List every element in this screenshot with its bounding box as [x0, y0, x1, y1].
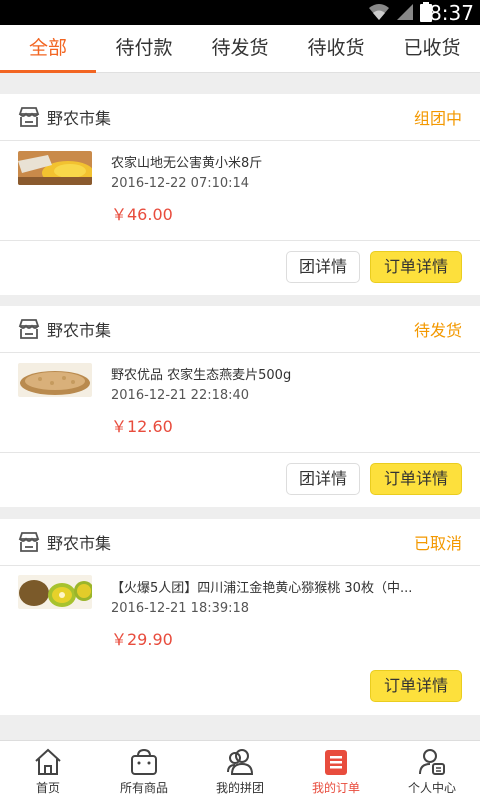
store-icon [18, 107, 40, 127]
order-card: 野农市集 组团中 农家山地无公害黄小米8斤 2016-12-22 07:10:1… [0, 94, 480, 295]
group-details-button[interactable]: 团详情 [286, 251, 360, 283]
store-name[interactable]: 野农市集 [47, 317, 111, 341]
order-item[interactable]: 农家山地无公害黄小米8斤 2016-12-22 07:10:14 ￥46.00 [0, 141, 480, 241]
order-header: 野农市集 组团中 [0, 94, 480, 141]
order-status: 待发货 [413, 321, 462, 340]
order-price: ￥12.60 [111, 417, 173, 436]
user-center-icon [419, 749, 445, 775]
signal-icon [397, 4, 413, 20]
order-list-icon [325, 750, 347, 775]
status-time: 8:37 [429, 1, 474, 25]
order-time: 2016-12-22 07:10:14 [111, 176, 250, 191]
store-icon [18, 532, 40, 552]
home-icon [35, 748, 61, 775]
store-name[interactable]: 野农市集 [47, 530, 111, 554]
order-item[interactable]: 【火爆5人团】四川浦江金艳黄心猕猴桃 30枚（中... 2016-12-21 1… [0, 566, 480, 666]
nav-my-orders[interactable]: 我的订单 [288, 741, 384, 800]
order-details-button[interactable]: 订单详情 [370, 670, 462, 702]
order-tabs: 全部 待付款 待发货 待收货 已收货 [0, 25, 480, 73]
bottom-nav: 首页 所有商品 我的拼团 我的订单 个人中心 [0, 740, 480, 800]
order-header: 野农市集 待发货 [0, 306, 480, 353]
tab-pending-shipment[interactable]: 待发货 [192, 25, 288, 72]
nav-label: 首页 [35, 781, 60, 795]
product-name: 农家山地无公害黄小米8斤 [111, 156, 263, 171]
tab-pending-receipt[interactable]: 待收货 [288, 25, 384, 72]
product-name: 野农优品 农家生态燕麦片500g [111, 368, 292, 383]
order-details-button[interactable]: 订单详情 [370, 251, 462, 283]
nav-all-products[interactable]: 所有商品 [96, 741, 192, 800]
status-bar: 8:37 [0, 0, 480, 25]
order-details-button[interactable]: 订单详情 [370, 463, 462, 495]
group-details-button[interactable]: 团详情 [286, 463, 360, 495]
order-time: 2016-12-21 18:39:18 [111, 601, 250, 616]
product-thumbnail[interactable] [18, 151, 92, 185]
nav-label: 所有商品 [119, 781, 168, 795]
store-icon [18, 319, 40, 339]
nav-label: 我的订单 [311, 781, 360, 795]
order-status: 已取消 [413, 534, 462, 553]
status-icons [368, 2, 432, 22]
tab-pending-payment[interactable]: 待付款 [96, 25, 192, 72]
order-time: 2016-12-21 22:18:40 [111, 388, 250, 403]
shopping-bag-icon [131, 748, 157, 775]
order-actions: 团详情 订单详情 [0, 241, 480, 295]
product-thumbnail[interactable] [18, 575, 92, 609]
order-header: 野农市集 已取消 [0, 519, 480, 566]
nav-my-groups[interactable]: 我的拼团 [192, 741, 288, 800]
order-list[interactable]: 野农市集 组团中 农家山地无公害黄小米8斤 2016-12-22 07:10:1… [0, 73, 480, 740]
order-price: ￥46.00 [111, 205, 173, 224]
order-card: 野农市集 待发货 野农优品 农家生态燕麦片500g 2016-12-21 22:… [0, 306, 480, 507]
nav-label: 我的拼团 [215, 781, 264, 795]
order-status: 组团中 [413, 109, 462, 128]
product-thumbnail[interactable] [18, 363, 92, 397]
order-price: ￥29.90 [111, 630, 173, 649]
wifi-icon [369, 4, 389, 20]
product-name: 【火爆5人团】四川浦江金艳黄心猕猴桃 30枚（中... [111, 581, 413, 596]
order-actions: 团详情 订单详情 [0, 453, 480, 507]
nav-label: 个人中心 [407, 781, 456, 795]
tab-all[interactable]: 全部 [0, 25, 96, 73]
order-card: 野农市集 已取消 【火爆5人团】四川浦江金艳黄心猕猴桃 30枚（中... 201… [0, 519, 480, 715]
nav-home[interactable]: 首页 [0, 741, 96, 800]
nav-user-center[interactable]: 个人中心 [384, 741, 480, 800]
group-icon [227, 749, 254, 775]
tab-received[interactable]: 已收货 [384, 25, 480, 72]
order-item[interactable]: 野农优品 农家生态燕麦片500g 2016-12-21 22:18:40 ￥12… [0, 353, 480, 453]
store-name[interactable]: 野农市集 [47, 105, 111, 129]
order-actions: 订单详情 [0, 666, 480, 720]
